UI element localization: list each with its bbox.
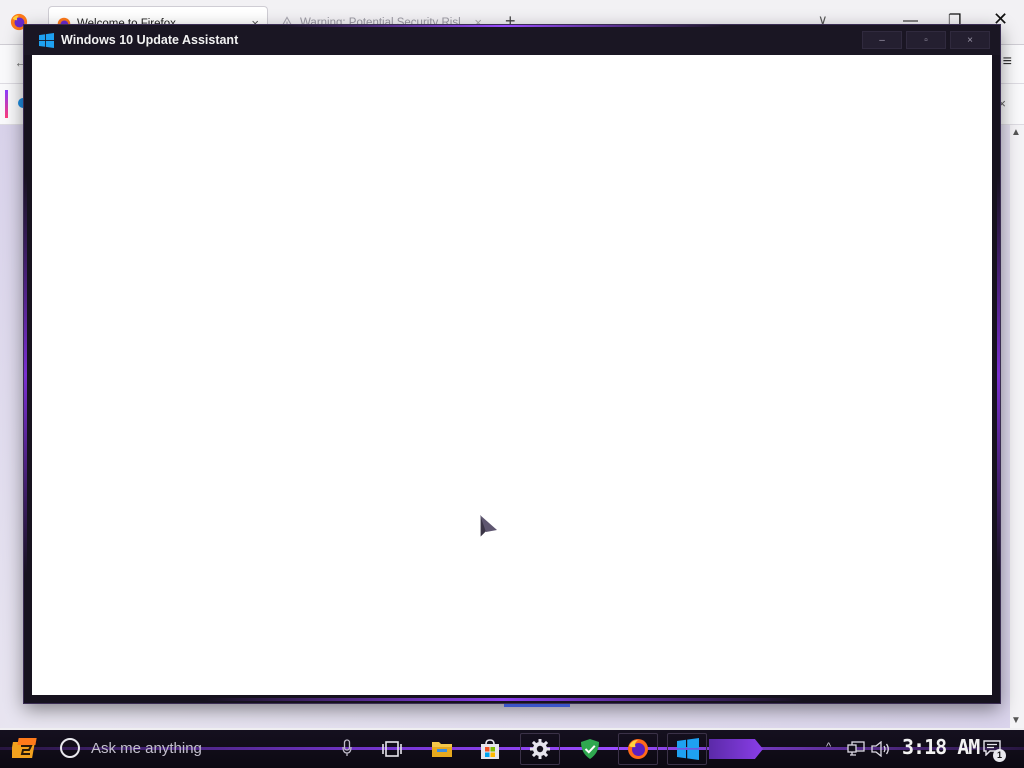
update-assistant-taskbar-button[interactable] (665, 730, 767, 768)
windows-security-button[interactable] (568, 730, 612, 768)
network-icon (847, 741, 865, 756)
clock-time: 3:18 AM (902, 735, 980, 759)
microsoft-store-button[interactable] (468, 730, 512, 768)
window-accent (504, 704, 570, 707)
menu-icon[interactable]: ≡ (1003, 53, 1012, 71)
task-view-button[interactable] (370, 730, 414, 768)
firefox-taskbar-button[interactable] (616, 730, 660, 768)
notification-count-badge: 1 (993, 749, 1006, 762)
gear-icon (530, 739, 550, 759)
firefox-icon (628, 739, 648, 759)
microphone-icon[interactable] (342, 739, 352, 757)
minimize-button[interactable]: – (862, 31, 902, 49)
windows-logo-icon (39, 33, 54, 48)
search-box[interactable]: Ask me anything (52, 730, 372, 768)
volume-icon (871, 741, 889, 757)
window-content (32, 55, 992, 695)
task-view-icon (382, 741, 402, 757)
network-button[interactable] (846, 730, 866, 768)
taskbar: Ask me anything ^ 3:18 AM 1 (0, 730, 1024, 768)
action-center-button[interactable]: 1 (980, 730, 1016, 768)
maximize-button[interactable]: ▫ (906, 31, 946, 49)
search-placeholder: Ask me anything (91, 740, 202, 757)
settings-button[interactable] (518, 730, 562, 768)
active-app-highlight (709, 739, 763, 759)
window-border-glow (204, 698, 804, 701)
folder-icon (432, 742, 452, 757)
show-hidden-icons-button[interactable]: ^ (826, 730, 840, 768)
notification-accent (5, 90, 8, 118)
clock[interactable]: 3:18 AM (900, 730, 980, 768)
window-title: Windows 10 Update Assistant (61, 33, 239, 47)
start-icon (12, 738, 37, 758)
update-assistant-window: Windows 10 Update Assistant – ▫ × (24, 25, 1000, 707)
cortana-icon (60, 738, 80, 758)
window-border-glow (24, 175, 27, 575)
store-bag-icon (481, 739, 499, 759)
mouse-cursor-icon (479, 514, 499, 540)
scroll-down-icon[interactable]: ▼ (1011, 715, 1021, 726)
volume-button[interactable] (870, 730, 892, 768)
close-button[interactable]: × (950, 31, 990, 49)
scroll-up-icon[interactable]: ▲ (1011, 127, 1021, 138)
shield-check-icon (581, 739, 599, 759)
windows-logo-icon (677, 738, 699, 760)
file-explorer-button[interactable] (420, 730, 464, 768)
scrollbar[interactable]: ▲ ▼ (1010, 125, 1024, 728)
start-button[interactable] (6, 730, 44, 768)
window-border-glow (997, 175, 1000, 575)
title-bar[interactable]: Windows 10 Update Assistant – ▫ × (24, 25, 1000, 55)
chevron-up-icon: ^ (826, 741, 832, 753)
